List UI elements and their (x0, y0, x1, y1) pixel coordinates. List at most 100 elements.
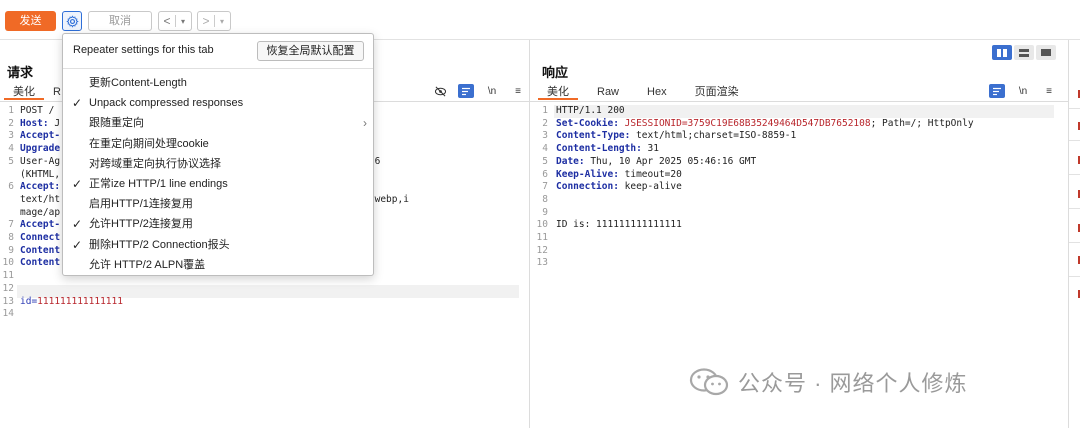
request-title: 请求 (7, 65, 34, 80)
line-number: 1 (542, 105, 548, 116)
line-number: 6 (8, 181, 14, 193)
watermark-text: 公众号 · 网络个人修炼 (738, 371, 968, 396)
back-history-dropdown[interactable]: ▾ (176, 17, 190, 26)
line-number: 4 (542, 143, 548, 155)
line-number: 10 (2, 257, 14, 269)
divider (1069, 276, 1080, 277)
line-number: 13 (2, 295, 14, 307)
line-number: 5 (542, 155, 548, 167)
restore-defaults-button[interactable]: 恢复全局默认配置 (257, 41, 364, 61)
repeater-settings-menu: Repeater settings for this tab 恢复全局默认配置 … (62, 33, 374, 276)
line-number: 5 (8, 155, 14, 167)
watermark: 公众号 · 网络个人修炼 (688, 366, 968, 398)
line-number (0, 169, 14, 182)
pane-splitter[interactable] (529, 40, 530, 428)
editor-menu-icon[interactable]: ≡ (510, 84, 526, 98)
request-line-numbers: 12345 6 7 8 9 10 11 12 13 14 (0, 105, 14, 321)
editor-menu-icon[interactable]: ≡ (1041, 84, 1057, 98)
newline-toggle-icon[interactable]: \n (484, 84, 500, 98)
layout-single-button[interactable] (1036, 45, 1056, 60)
divider (63, 68, 373, 69)
line-number: 7 (8, 219, 14, 231)
line-number: 7 (542, 181, 548, 193)
divider (1069, 174, 1080, 175)
forward-nav: > ▾ (197, 11, 231, 31)
menu-header: Repeater settings for this tab (73, 44, 214, 56)
pretty-format-icon[interactable] (458, 84, 474, 98)
request-tabs: 美化 R (4, 84, 70, 100)
menu-item-label: 允许HTTP/2连接复用 (89, 218, 193, 231)
checkmark-icon: ✓ (72, 237, 83, 252)
forward-history-dropdown[interactable]: ▾ (215, 17, 229, 26)
line-number: 14 (2, 308, 14, 320)
hide-eye-icon[interactable] (432, 84, 448, 98)
line-number (0, 194, 14, 207)
menu-item[interactable]: 跟随重定向 › (63, 113, 373, 133)
menu-item[interactable]: ✓ Unpack compressed responses (63, 93, 373, 113)
chevron-right-icon: › (363, 116, 367, 131)
divider (1069, 242, 1080, 243)
response-tabs: 美化 Raw Hex 页面渲染 (538, 84, 748, 100)
menu-item[interactable]: ✓ 删除HTTP/2 Connection报头 (63, 235, 373, 255)
wechat-logo-icon (689, 368, 729, 396)
line-number: 4 (8, 143, 14, 155)
line-number: 2 (542, 117, 548, 129)
layout-side-by-side-button[interactable] (992, 45, 1012, 60)
line-number: 10 (536, 219, 548, 231)
line-number: 8 (8, 232, 14, 244)
tab-response-pretty[interactable]: 美化 (538, 84, 578, 100)
code-line: Keep-Alive: timeout=20 (556, 168, 682, 180)
menu-item[interactable]: 更新Content-Length (63, 73, 373, 93)
inspector-sidebar[interactable] (1068, 40, 1080, 428)
line-number: 9 (542, 206, 548, 218)
line-number (0, 207, 14, 220)
tab-response-render[interactable]: 页面渲染 (686, 84, 748, 100)
divider (1069, 108, 1080, 109)
response-editor[interactable]: 1 2 3 4 5 6 7 8 9 10 11 12 13 HTTP/1.1 200 Set-Cookie… (534, 105, 1059, 285)
line-number: 9 (8, 244, 14, 256)
code-line: Date: Thu, 10 Apr 2025 05:46:16 GMT (556, 155, 757, 167)
back-button[interactable]: < (159, 14, 175, 28)
cancel-button[interactable]: 取消 (88, 11, 152, 31)
tab-response-hex[interactable]: Hex (638, 84, 676, 100)
menu-item-label: 在重定向期间处理cookie (89, 137, 209, 150)
menu-item[interactable]: ✓ 正常ize HTTP/1 line endings (63, 174, 373, 194)
line-number: 11 (2, 270, 14, 282)
pretty-format-icon[interactable] (989, 84, 1005, 98)
line-number: 2 (8, 117, 14, 129)
menu-item[interactable]: 在重定向期间处理cookie (63, 134, 373, 154)
divider (1069, 208, 1080, 209)
line-number: 12 (536, 244, 548, 256)
line-number: 12 (2, 282, 14, 294)
menu-item-label: 正常ize HTTP/1 line endings (89, 178, 228, 190)
line-number: 1 (8, 105, 14, 116)
code-line: Set-Cookie: JSESSIONID=3759C19E68B352494… (556, 117, 974, 129)
tab-request-pretty[interactable]: 美化 (4, 84, 44, 100)
line-number: 8 (542, 193, 548, 205)
line-number: 3 (542, 130, 548, 142)
newline-toggle-icon[interactable]: \n (1015, 84, 1031, 98)
menu-item[interactable]: 对跨域重定向执行协议选择 (63, 154, 373, 174)
menu-item[interactable]: 启用HTTP/1连接复用 (63, 194, 373, 214)
line-number: 11 (536, 232, 548, 244)
menu-item-label: 启用HTTP/1连接复用 (89, 198, 193, 211)
tab-response-raw[interactable]: Raw (588, 84, 628, 100)
layout-toggle (992, 45, 1056, 60)
menu-item[interactable]: ✓ 允许HTTP/2连接复用 (63, 214, 373, 234)
request-editor-icons: \n ≡ (422, 84, 526, 98)
menu-item-label: Unpack compressed responses (89, 97, 244, 110)
code-line: Content-Type: text/html;charset=ISO-8859… (556, 130, 797, 142)
checkmark-icon: ✓ (72, 96, 83, 111)
menu-item-label: 更新Content-Length (89, 77, 187, 89)
response-line-numbers: 1 2 3 4 5 6 7 8 9 10 11 12 13 (534, 105, 548, 270)
forward-button[interactable]: > (198, 14, 214, 28)
menu-item-label: 删除HTTP/2 Connection报头 (89, 238, 230, 251)
send-button[interactable]: 发送 (5, 11, 56, 31)
layout-stacked-button[interactable] (1014, 45, 1034, 60)
settings-button[interactable] (62, 11, 82, 31)
menu-item[interactable]: 允许 HTTP/2 ALPN覆盖 (63, 255, 373, 275)
